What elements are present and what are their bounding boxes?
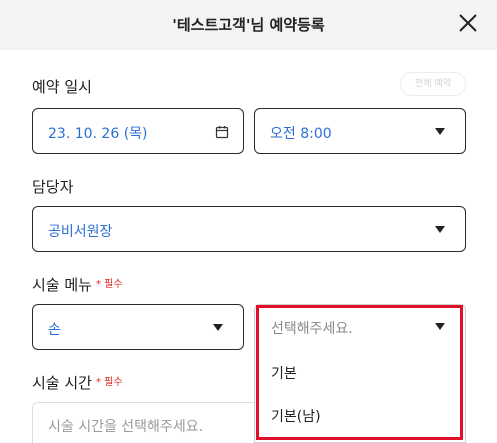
chevron-down-icon	[435, 128, 445, 135]
chevron-down-icon	[213, 324, 223, 331]
menu-category-select[interactable]: 손	[32, 304, 244, 350]
staff-value: 공비서원장	[48, 224, 113, 240]
staff-label: 담당자	[32, 178, 74, 196]
close-icon[interactable]	[457, 12, 479, 34]
date-field[interactable]: 23. 10. 26 (목)	[32, 108, 244, 154]
duration-placeholder: 시술 시간을 선택해주세요.	[48, 419, 204, 435]
duration-select[interactable]: 시술 시간을 선택해주세요.	[32, 402, 262, 443]
menu-item-placeholder: 선택해주세요.	[271, 321, 353, 337]
chevron-down-icon	[435, 323, 445, 330]
modal-header: '테스트고객'님 예약등록	[0, 0, 497, 50]
time-value: 오전 8:00	[270, 126, 332, 142]
required-badge: * 필수	[95, 279, 123, 290]
modal-title: '테스트고객'님 예약등록	[172, 16, 325, 34]
menu-category-value: 손	[48, 322, 61, 338]
time-select[interactable]: 오전 8:00	[254, 108, 466, 154]
menu-item-dropdown[interactable]: 선택해주세요. 기본 기본(남)	[254, 304, 466, 443]
dropdown-option[interactable]: 기본	[271, 363, 297, 383]
dropdown-option[interactable]: 기본(남)	[271, 406, 321, 426]
menu-label: 시술 메뉴 * 필수	[32, 274, 123, 295]
required-badge: * 필수	[95, 377, 123, 388]
duration-label: 시술 시간 * 필수	[32, 372, 123, 393]
ghost-button[interactable]: 전체 예약	[400, 72, 466, 96]
menu-label-text: 시술 메뉴	[32, 276, 92, 294]
duration-label-text: 시술 시간	[32, 374, 92, 392]
date-value: 23. 10. 26 (목)	[48, 126, 148, 142]
staff-select[interactable]: 공비서원장	[32, 206, 466, 252]
chevron-down-icon	[435, 226, 445, 233]
reservation-label: 예약 일시	[32, 78, 92, 96]
calendar-icon	[215, 124, 229, 139]
